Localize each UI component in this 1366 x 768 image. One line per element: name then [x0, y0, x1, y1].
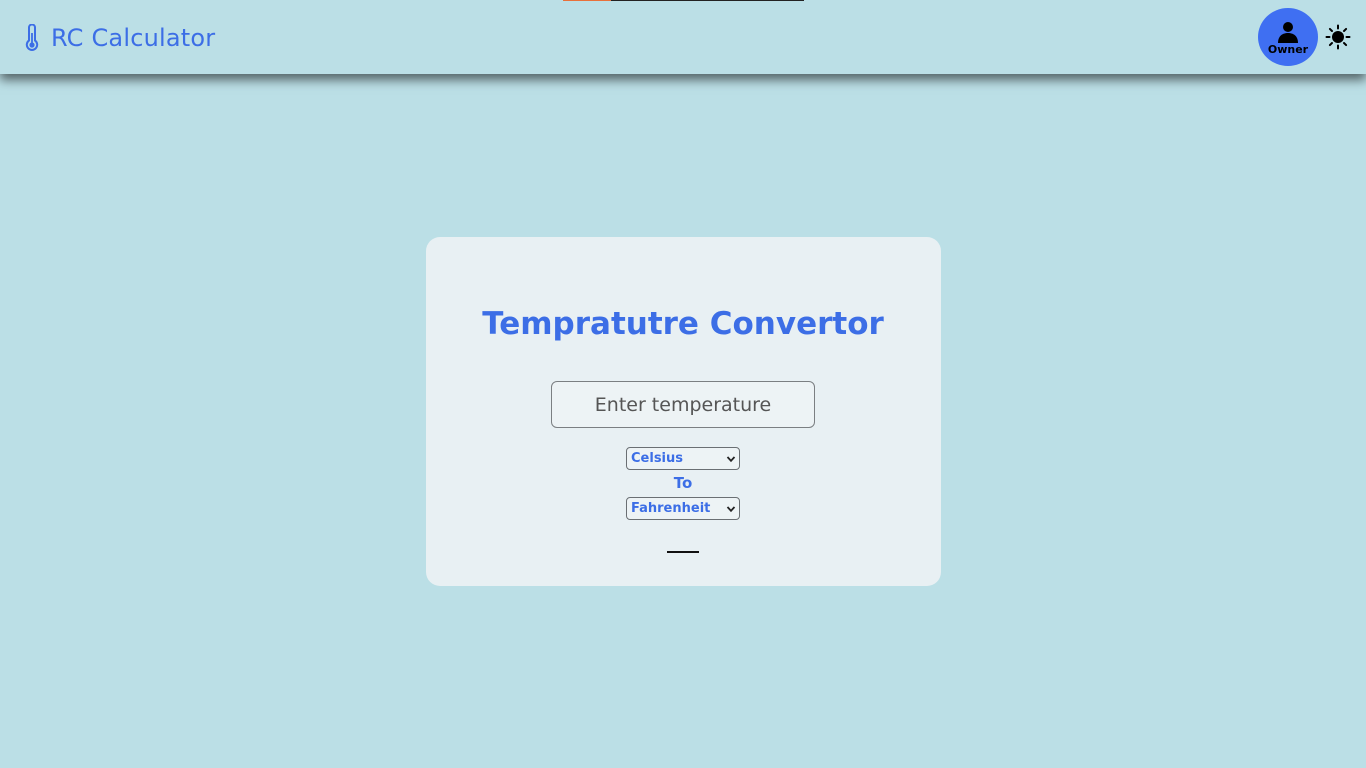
- temperature-input[interactable]: [551, 381, 815, 428]
- scroll-progress-fill: [563, 0, 612, 1]
- to-label: To: [673, 474, 693, 492]
- sun-icon[interactable]: [1325, 24, 1351, 50]
- result-divider: [667, 551, 699, 553]
- top-navbar: RC Calculator Owner: [0, 0, 1366, 74]
- owner-label: Owner: [1267, 43, 1309, 56]
- to-unit-value: Fahrenheit: [631, 501, 711, 516]
- from-unit-select[interactable]: Celsius: [626, 447, 740, 470]
- brand[interactable]: RC Calculator: [22, 22, 215, 54]
- converter-title: Tempratutre Convertor: [482, 306, 884, 342]
- chevron-down-icon: [726, 505, 736, 512]
- chevron-down-icon: [726, 455, 736, 462]
- from-unit-value: Celsius: [631, 451, 683, 466]
- scroll-progress-bar: [563, 0, 804, 1]
- owner-button[interactable]: Owner: [1258, 8, 1318, 66]
- brand-title: RC Calculator: [51, 24, 216, 52]
- user-icon: [1278, 22, 1298, 43]
- to-unit-select[interactable]: Fahrenheit: [626, 497, 740, 520]
- thermometer-icon: [25, 24, 39, 51]
